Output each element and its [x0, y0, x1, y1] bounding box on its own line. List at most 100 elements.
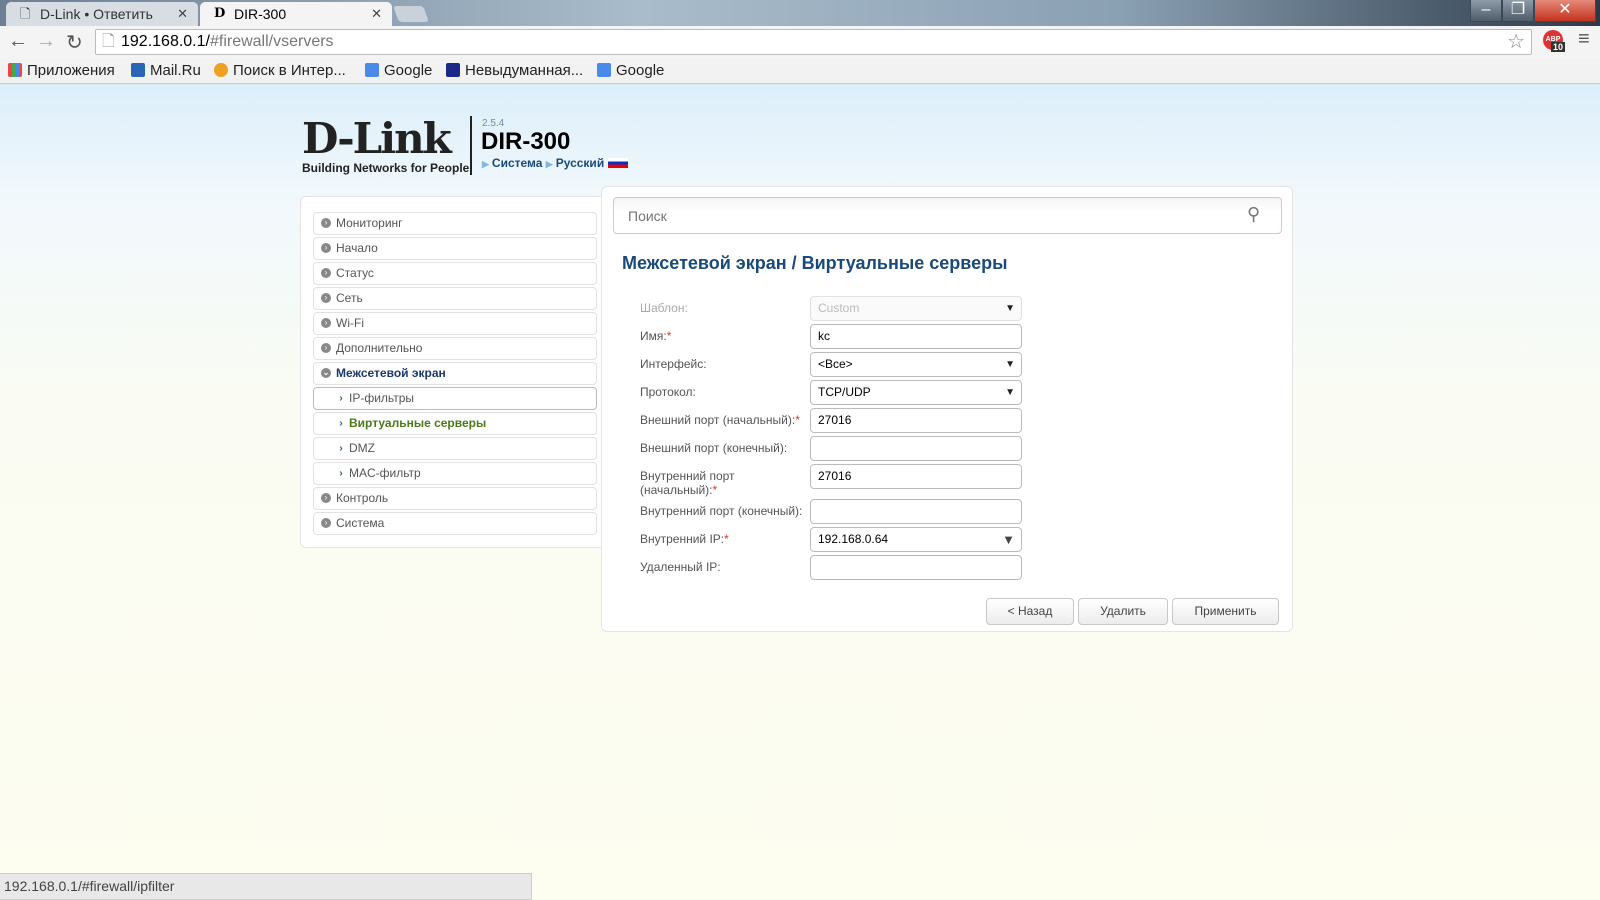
menu-item-system[interactable]: › Система — [313, 512, 597, 535]
chevron-right-icon: › — [339, 443, 343, 454]
menu-item-monitoring[interactable]: › Мониторинг — [313, 212, 597, 235]
menu-label: Дополнительно — [336, 341, 423, 355]
input-value: 27016 — [818, 413, 852, 427]
dropdown-arrow-icon: ▼ — [1005, 387, 1015, 398]
header-divider — [470, 116, 472, 175]
tab-dlink-reply[interactable]: 🗋 D-Link • Ответить ✕ — [6, 2, 198, 26]
ext-port-end-label: Внешний порт (конечный): — [640, 441, 788, 455]
bookmark-label: Поиск в Интер... — [233, 62, 346, 79]
required-mark: * — [666, 329, 672, 343]
chevron-right-icon: › — [321, 493, 331, 503]
menu-item-network[interactable]: › Сеть — [313, 287, 597, 310]
main-panel: ⚲ Межсетевой экран / Виртуальные серверы… — [601, 186, 1293, 632]
dropdown-arrow-icon: ▼ — [1005, 303, 1015, 314]
menu-item-start[interactable]: › Начало — [313, 237, 597, 260]
bookmark-search[interactable]: Поиск в Интер... — [214, 58, 346, 84]
menu-item-control[interactable]: › Контроль — [313, 487, 597, 510]
menu-item-virtual-servers[interactable]: › Виртуальные серверы — [313, 412, 597, 435]
chevron-right-icon: › — [321, 243, 331, 253]
minimize-button[interactable]: – — [1470, 0, 1502, 22]
maximize-button[interactable]: ❐ — [1502, 0, 1534, 22]
close-tab-icon[interactable]: ✕ — [177, 2, 188, 26]
browser-toolbar: ← → ↻ 🗋 192.168.0.1/#firewall/vservers ☆ … — [0, 26, 1600, 58]
page-title: Межсетевой экран / Виртуальные серверы — [622, 253, 1008, 273]
required-mark: * — [795, 413, 800, 427]
bookmarks-bar: Приложения Mail.Ru Поиск в Интер... Goog… — [0, 58, 1600, 84]
bookmark-label: Приложения — [27, 62, 115, 79]
system-link[interactable]: Система — [492, 156, 543, 170]
tab-dir-300[interactable]: D DIR-300 ✕ — [200, 2, 392, 26]
tab-bar: 🗋 D-Link • Ответить ✕ D DIR-300 ✕ – ❐ ✕ — [0, 0, 1600, 26]
dropdown-arrow-icon[interactable]: ▼ — [1002, 528, 1015, 551]
select-value: <Все> — [818, 357, 853, 371]
back-icon[interactable]: ← — [8, 30, 28, 53]
int-port-start-input[interactable]: 27016 — [810, 464, 1022, 489]
bookmark-label: Google — [384, 62, 433, 79]
new-tab-button[interactable] — [393, 6, 429, 22]
menu-item-status[interactable]: › Статус — [313, 262, 597, 285]
chevron-right-icon: › — [321, 293, 331, 303]
menu-item-advanced[interactable]: › Дополнительно — [313, 337, 597, 360]
ext-port-start-input[interactable]: 27016 — [810, 408, 1022, 433]
remote-ip-input[interactable] — [810, 555, 1022, 580]
protocol-select[interactable]: TCP/UDP ▼ — [810, 380, 1022, 405]
reload-icon[interactable]: ↻ — [66, 30, 83, 55]
language-link[interactable]: Русский — [556, 156, 605, 170]
search-input[interactable] — [613, 197, 1282, 234]
internal-ip-label: Внутренний IP:* — [640, 532, 810, 546]
menu-item-mac-filter[interactable]: › MAC-фильтр — [313, 462, 597, 485]
int-port-end-input[interactable] — [810, 499, 1022, 524]
search-bookmark-icon — [214, 63, 228, 77]
chevron-right-icon: › — [339, 468, 343, 479]
apply-button[interactable]: Применить — [1172, 598, 1279, 625]
adblock-count: 10 — [1551, 42, 1566, 52]
tab-label: DIR-300 — [234, 6, 287, 22]
menu-icon[interactable]: ≡ — [1578, 28, 1590, 51]
protocol-label: Протокол: — [640, 385, 696, 399]
forward-icon[interactable]: → — [36, 30, 56, 53]
bookmark-apps[interactable]: Приложения — [8, 58, 115, 84]
menu-item-dmz[interactable]: › DMZ — [313, 437, 597, 460]
header-links: ▶ Система ▶ Русский — [482, 156, 628, 170]
interface-select[interactable]: <Все> ▼ — [810, 352, 1022, 377]
close-tab-icon[interactable]: ✕ — [371, 2, 382, 26]
google-icon — [365, 63, 379, 77]
back-button[interactable]: < Назад — [986, 598, 1074, 625]
search-icon[interactable]: ⚲ — [1247, 204, 1260, 225]
chevron-right-icon: › — [321, 268, 331, 278]
ext-port-end-input[interactable] — [810, 436, 1022, 461]
address-bar[interactable]: 🗋 192.168.0.1/#firewall/vservers ☆ — [95, 29, 1532, 55]
menu-label: DMZ — [349, 441, 375, 455]
bookmark-google-2[interactable]: Google — [597, 58, 664, 84]
device-model: DIR-300 — [481, 128, 571, 155]
menu-label: Статус — [336, 266, 374, 280]
adblock-icon[interactable]: ABP 10 — [1543, 30, 1566, 52]
logo-tagline: Building Networks for People — [302, 161, 470, 175]
menu-label: Сеть — [336, 291, 363, 305]
bookmark-nevydumannaya[interactable]: Невыдуманная... — [446, 58, 583, 84]
page-icon: 🗋 — [20, 6, 31, 21]
bookmark-mailru[interactable]: Mail.Ru — [131, 58, 201, 84]
dlink-favicon-icon: D — [214, 6, 226, 21]
internal-ip-combobox[interactable]: 192.168.0.64 ▼ — [810, 527, 1022, 552]
template-select: Custom ▼ — [810, 296, 1022, 321]
menu-label: Начало — [336, 241, 378, 255]
chevron-right-icon: › — [339, 418, 343, 429]
bookmark-star-icon[interactable]: ☆ — [1507, 30, 1525, 54]
name-input[interactable]: kc — [810, 324, 1022, 349]
int-port-start-label: Внутренний порт (начальный):* — [640, 469, 770, 497]
delete-button[interactable]: Удалить — [1078, 598, 1168, 625]
chevron-right-icon: › — [321, 518, 331, 528]
menu-item-firewall[interactable]: ⌄ Межсетевой экран — [313, 362, 597, 385]
int-port-end-label: Внутренний порт (конечный): — [640, 504, 803, 518]
menu-item-wifi[interactable]: › Wi-Fi — [313, 312, 597, 335]
remote-ip-label: Удаленный IP: — [640, 560, 721, 574]
required-mark: * — [712, 483, 718, 497]
input-value: 27016 — [818, 469, 852, 483]
menu-item-ip-filters[interactable]: › IP-фильтры — [313, 387, 597, 410]
close-window-button[interactable]: ✕ — [1534, 0, 1596, 22]
label-text: Внутренний IP: — [640, 532, 725, 546]
bookmark-google[interactable]: Google — [365, 58, 432, 84]
dlink-logo[interactable]: D-Link Building Networks for People — [302, 118, 470, 176]
mailru-icon — [131, 63, 145, 77]
